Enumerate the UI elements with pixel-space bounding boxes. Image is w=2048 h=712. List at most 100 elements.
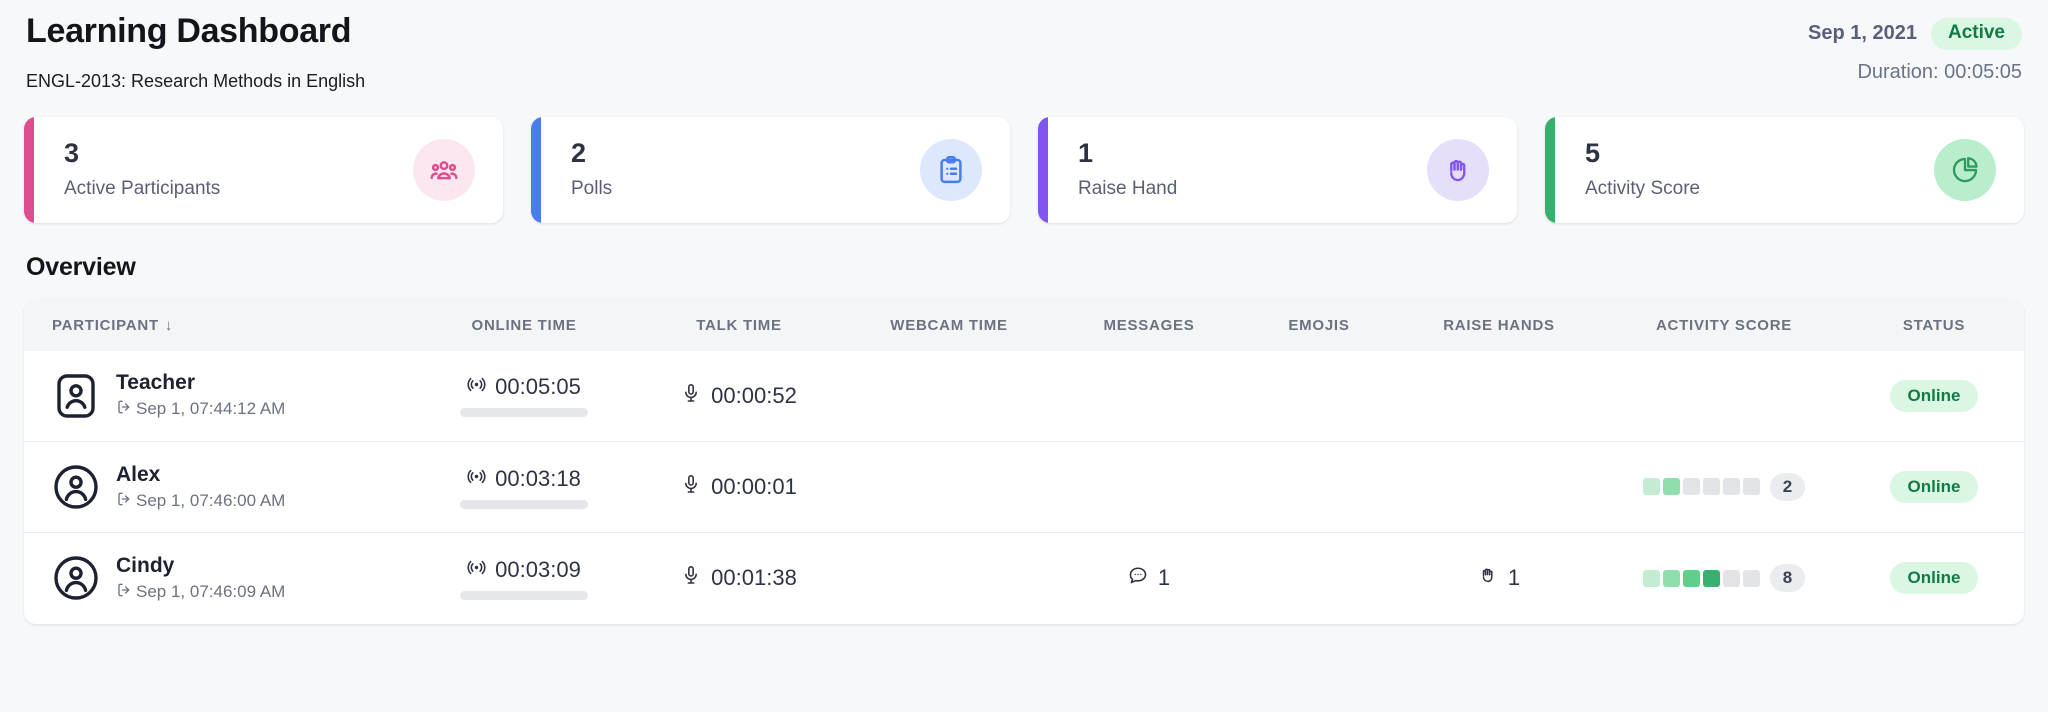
card-value: 1	[1078, 138, 1094, 169]
talk-time-value: 00:00:52	[681, 383, 797, 409]
microphone-icon	[681, 474, 701, 500]
stat-card-polls[interactable]: 2 Polls	[531, 116, 1010, 223]
activity-block	[1682, 569, 1700, 587]
column-header-participant-label: PARTICIPANT	[52, 316, 159, 334]
online-time-value: 00:03:09	[460, 557, 588, 600]
participant-join-time: Sep 1, 07:46:00 AM	[116, 491, 285, 512]
participant-join-time: Sep 1, 07:46:09 AM	[116, 582, 285, 603]
sort-descending-icon[interactable]: ↓	[165, 317, 173, 334]
message-bubble-icon	[1128, 565, 1148, 591]
session-date: Sep 1, 2021	[1808, 22, 1917, 45]
activity-block	[1642, 569, 1660, 587]
avatar-square-icon	[52, 372, 100, 420]
cell-status: Online	[1844, 351, 2024, 442]
table-row[interactable]: Alex Sep 1, 07:46:00 AM 00:03:18 00:00:01 2 O…	[24, 441, 2024, 533]
login-arrow-icon	[116, 582, 132, 603]
cell-webcam-time	[844, 351, 1054, 442]
dashboard-header: Learning Dashboard ENGL-2013: Research M…	[24, 0, 2024, 92]
raise-hands-value: 1	[1478, 565, 1520, 591]
avatar-round-icon	[52, 554, 100, 602]
page-title: Learning Dashboard	[26, 12, 352, 50]
table-body: Teacher Sep 1, 07:44:12 AM 00:05:05 00:00:5…	[24, 351, 2024, 624]
participant-text: Teacher Sep 1, 07:44:12 AM	[116, 371, 285, 420]
activity-block	[1702, 478, 1720, 496]
column-header-activity-score[interactable]: ACTIVITY SCORE	[1604, 300, 1844, 351]
broadcast-icon	[467, 466, 486, 492]
broadcast-icon	[467, 374, 486, 400]
overview-table-container: PARTICIPANT ↓ ONLINE TIME TALK TIME WEBCA…	[24, 299, 2024, 624]
participant-join-time-label: Sep 1, 07:44:12 AM	[136, 399, 286, 419]
activity-block	[1702, 569, 1720, 587]
cell-raise-hands	[1394, 442, 1604, 533]
column-header-emojis[interactable]: EMOJIS	[1244, 300, 1394, 351]
cell-emojis	[1244, 533, 1394, 624]
messages-value: 1	[1128, 565, 1170, 591]
cell-activity-score: 2	[1604, 442, 1844, 533]
header-left: Learning Dashboard ENGL-2013: Research M…	[24, 10, 365, 92]
cell-participant: Alex Sep 1, 07:46:00 AM	[24, 442, 414, 533]
card-text: 3 Active Participants	[64, 138, 413, 200]
cell-talk-time: 00:01:38	[634, 533, 844, 624]
login-arrow-icon	[116, 399, 132, 420]
activity-block	[1682, 478, 1700, 496]
activity-block	[1662, 478, 1680, 496]
cell-emojis	[1244, 442, 1394, 533]
card-text: 2 Polls	[571, 138, 920, 200]
talk-time-label: 00:00:01	[711, 474, 797, 499]
login-arrow-icon	[116, 491, 132, 512]
cell-online-time: 00:03:18	[414, 442, 634, 533]
raised-hand-icon	[1427, 138, 1489, 201]
participant-name: Teacher	[116, 371, 195, 395]
column-header-online-time[interactable]: ONLINE TIME	[414, 300, 634, 351]
column-header-talk-time[interactable]: TALK TIME	[634, 300, 844, 351]
participant-join-time-label: Sep 1, 07:46:00 AM	[136, 490, 286, 510]
card-text: 5 Activity Score	[1585, 138, 1934, 200]
talk-time-label: 00:00:52	[711, 382, 797, 408]
clipboard-list-icon	[920, 138, 982, 201]
cell-status: Online	[1844, 442, 2024, 533]
column-header-webcam-time[interactable]: WEBCAM TIME	[844, 300, 1054, 351]
cell-participant: Cindy Sep 1, 07:46:09 AM	[24, 533, 414, 624]
status-badge: Online	[1889, 379, 1979, 412]
online-time-progress-track	[460, 590, 588, 600]
cell-emojis	[1244, 351, 1394, 442]
raise-hands-count-label: 1	[1507, 565, 1521, 591]
participant-name: Alex	[116, 462, 161, 486]
stat-card-active-participants[interactable]: 3 Active Participants	[24, 116, 503, 223]
cell-webcam-time	[844, 442, 1054, 533]
overview-heading: Overview	[26, 252, 136, 281]
activity-score-badge: 8	[1769, 563, 1806, 593]
cell-online-time: 00:03:09	[414, 533, 634, 624]
talk-time-value: 00:01:38	[681, 565, 797, 591]
card-accent-bar	[531, 116, 541, 223]
column-header-messages[interactable]: MESSAGES	[1054, 300, 1244, 351]
session-duration: Duration: 00:05:05	[1857, 60, 2022, 83]
card-value: 2	[571, 138, 587, 169]
course-subtitle: ENGL-2013: Research Methods in English	[26, 70, 366, 91]
participant-join-time-label: Sep 1, 07:46:09 AM	[136, 581, 286, 601]
users-icon	[413, 138, 475, 201]
raised-hand-icon	[1478, 565, 1498, 591]
participant-identity: Teacher Sep 1, 07:44:12 AM	[52, 371, 414, 420]
cell-participant: Teacher Sep 1, 07:44:12 AM	[24, 351, 414, 442]
card-label: Raise Hand	[1078, 177, 1178, 199]
stat-card-activity-score[interactable]: 5 Activity Score	[1545, 116, 2024, 223]
participant-name: Cindy	[116, 553, 175, 577]
header-right: Sep 1, 2021 Active Duration: 00:05:05	[1808, 10, 2024, 84]
card-label: Active Participants	[64, 177, 221, 199]
column-header-raise-hands[interactable]: RAISE HANDS	[1394, 300, 1604, 351]
online-time-top: 00:03:18	[467, 466, 581, 492]
activity-score-value: 8	[1642, 563, 1806, 593]
column-header-participant[interactable]: PARTICIPANT ↓	[24, 300, 414, 351]
table-row[interactable]: Teacher Sep 1, 07:44:12 AM 00:05:05 00:00:5…	[24, 351, 2024, 442]
cell-activity-score	[1604, 351, 1844, 442]
card-value: 5	[1585, 138, 1601, 169]
cell-messages	[1054, 351, 1244, 442]
table-row[interactable]: Cindy Sep 1, 07:46:09 AM 00:03:09 00:01:38 1…	[24, 532, 2024, 624]
status-badge: Online	[1889, 562, 1979, 595]
column-header-status[interactable]: STATUS	[1844, 300, 2024, 351]
online-time-label: 00:03:18	[495, 465, 581, 491]
cell-raise-hands: 1	[1394, 533, 1604, 624]
participants-table: PARTICIPANT ↓ ONLINE TIME TALK TIME WEBCA…	[24, 299, 2024, 624]
stat-card-raise-hand[interactable]: 1 Raise Hand	[1038, 116, 1517, 223]
